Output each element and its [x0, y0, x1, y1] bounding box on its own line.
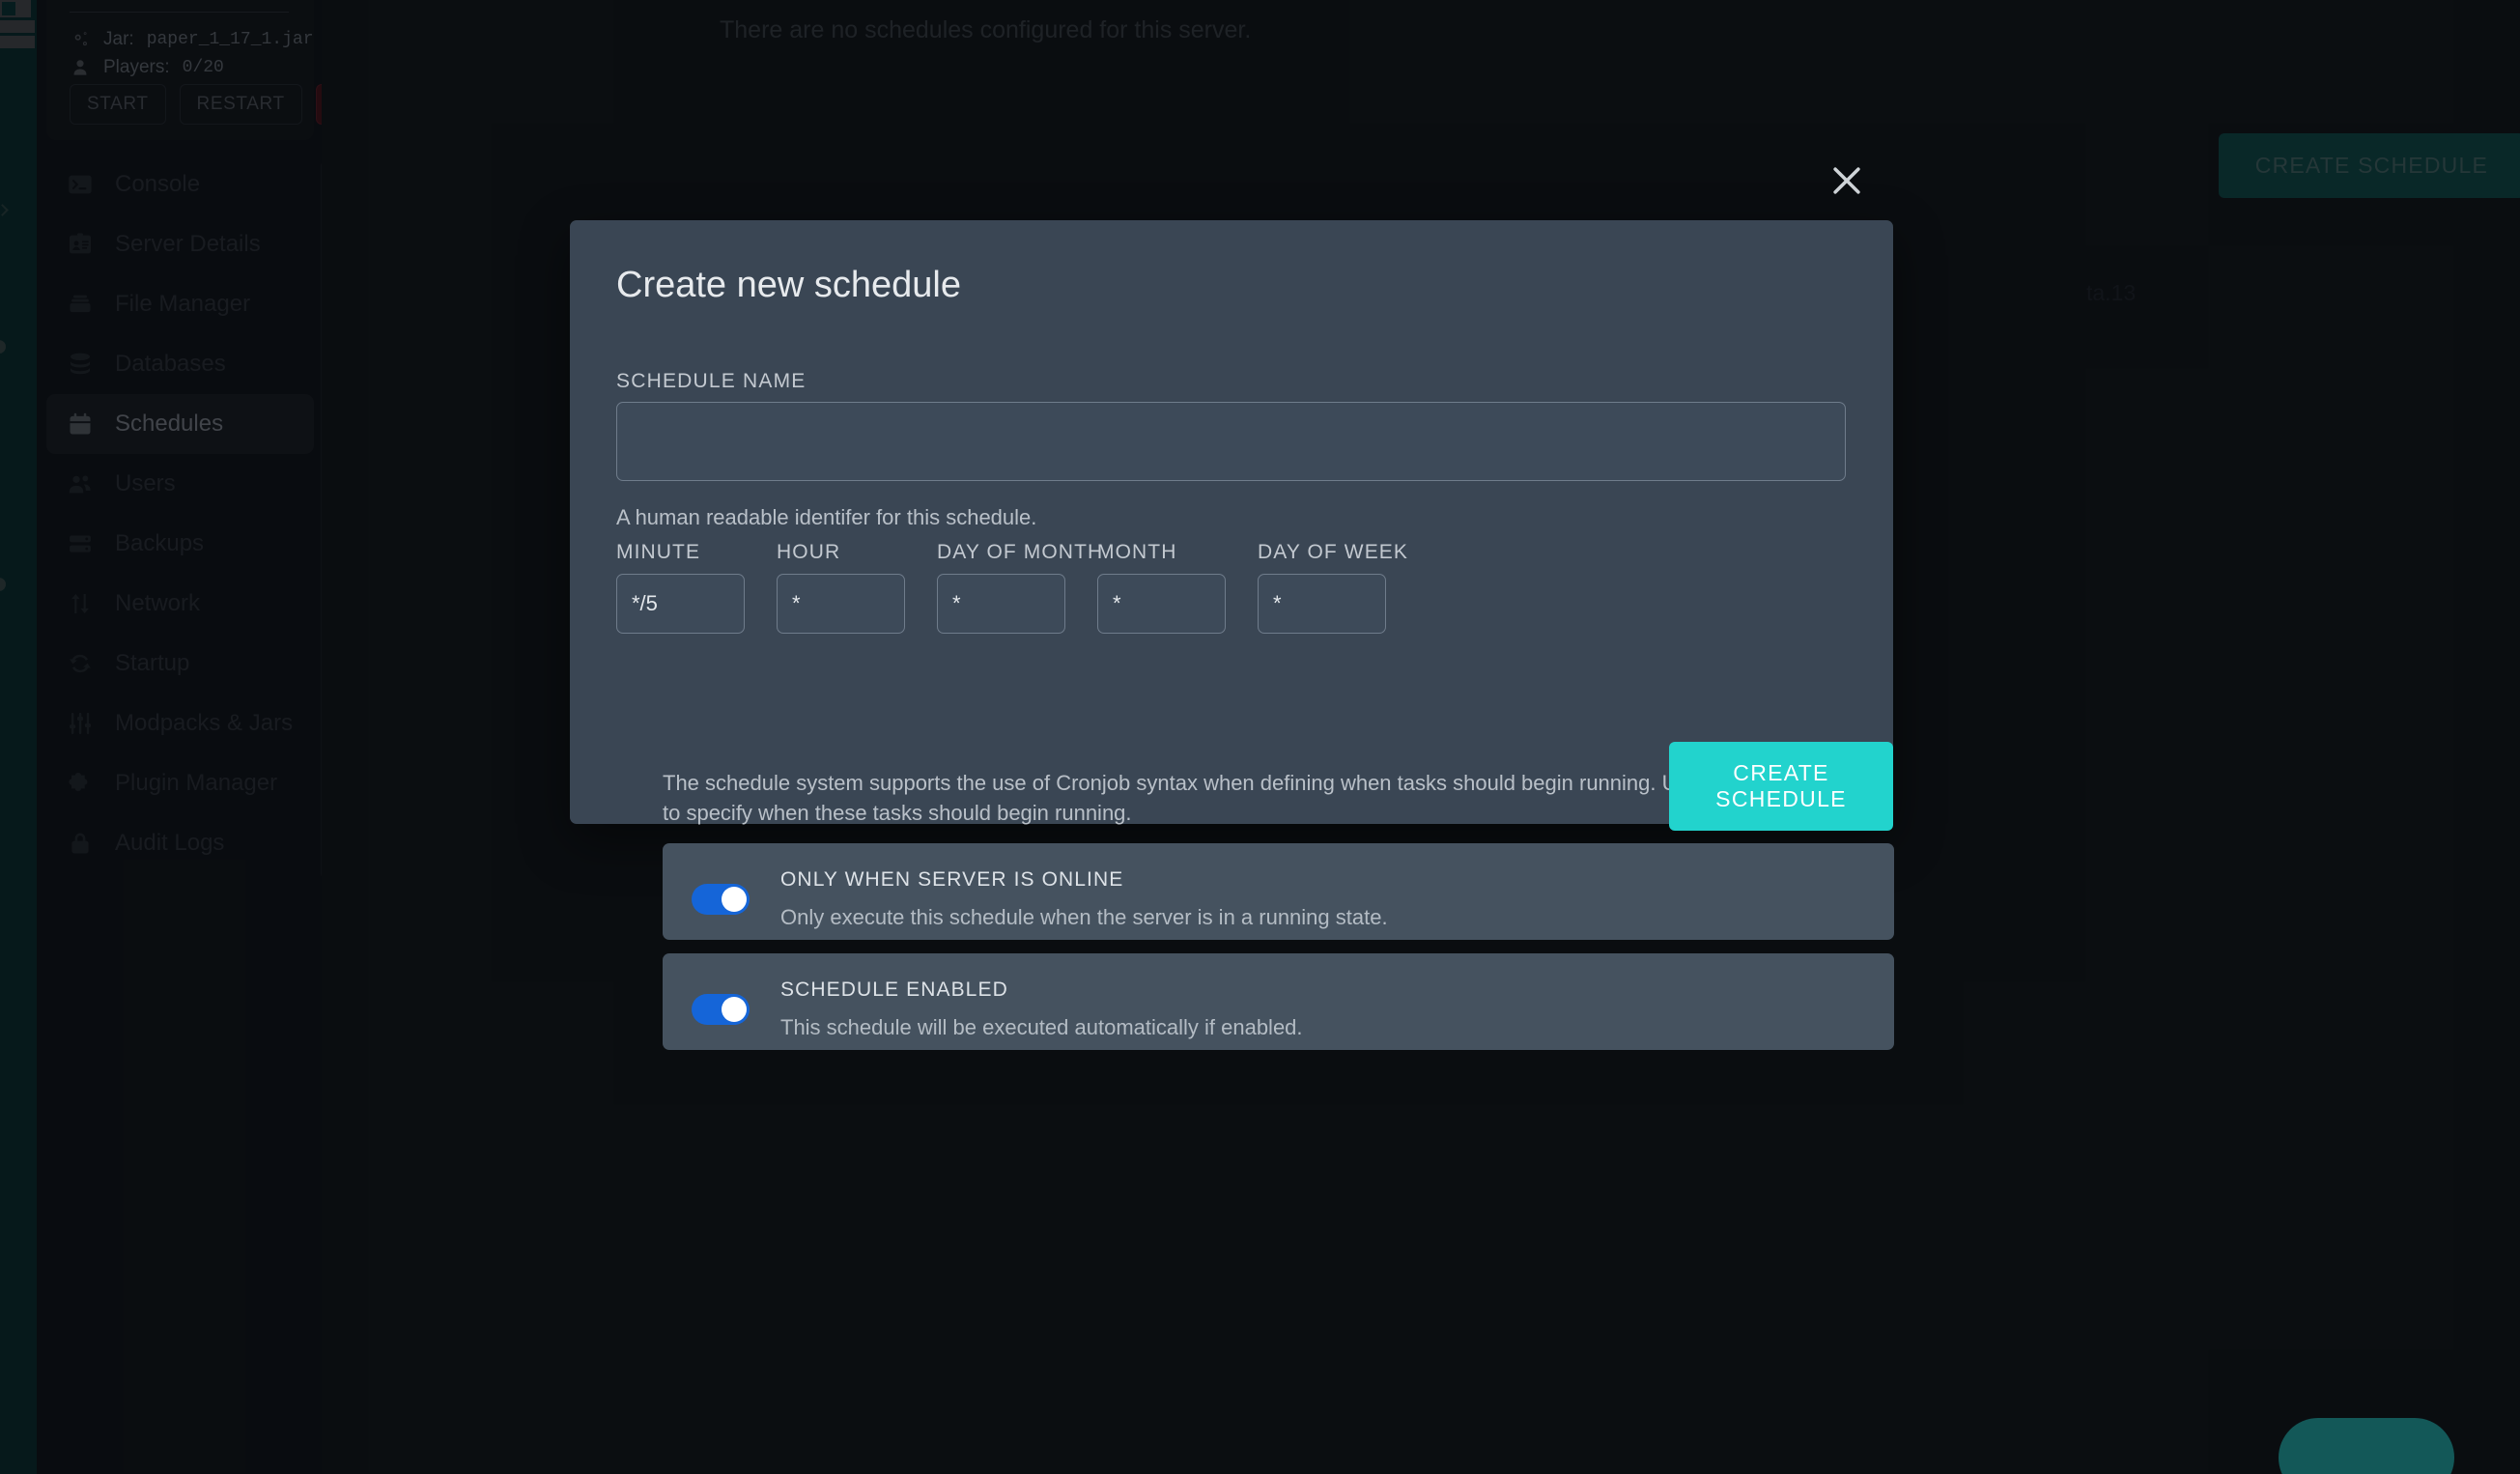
cron-input-month[interactable]: [1097, 574, 1226, 634]
toggle-card-schedule-enabled: SCHEDULE ENABLED This schedule will be e…: [663, 953, 1894, 1050]
toggle-description: Only execute this schedule when the serv…: [780, 905, 1388, 929]
app-root: Jar: paper_1_17_1.jar Players: 0/20 STAR…: [0, 0, 2520, 1474]
toggle-title: ONLY WHEN SERVER IS ONLINE: [780, 868, 1124, 891]
toggle-only-when-online[interactable]: [692, 884, 750, 915]
cron-label: MINUTE: [616, 541, 701, 563]
schedule-name-input[interactable]: [616, 402, 1846, 481]
toggle-schedule-enabled[interactable]: [692, 994, 750, 1025]
cron-label: HOUR: [777, 541, 841, 563]
toggle-texts: ONLY WHEN SERVER IS ONLINE Only execute …: [780, 868, 1865, 930]
toggle-card-only-when-online: ONLY WHEN SERVER IS ONLINE Only execute …: [663, 843, 1894, 940]
cron-field-day-of-week: DAY OF WEEK: [1258, 541, 1409, 634]
cron-label: MONTH: [1097, 541, 1177, 563]
close-icon[interactable]: [1826, 159, 1868, 202]
schedule-name-label: SCHEDULE NAME: [616, 370, 807, 392]
cron-field-minute: MINUTE: [616, 541, 745, 634]
cron-field-day-of-month: DAY OF MONTH: [937, 541, 1104, 634]
cron-input-hour[interactable]: [777, 574, 905, 634]
schedule-name-help: A human readable identifer for this sche…: [616, 505, 1037, 529]
cron-label: DAY OF WEEK: [1258, 541, 1409, 563]
toggle-title: SCHEDULE ENABLED: [780, 978, 1008, 1001]
toggle-knob: [722, 887, 747, 912]
toggle-knob: [722, 997, 747, 1022]
modal-title: Create new schedule: [616, 265, 961, 305]
toggle-description: This schedule will be executed automatic…: [780, 1015, 1303, 1039]
create-schedule-modal: Create new schedule SCHEDULE NAME A huma…: [570, 220, 1894, 1050]
toggle-texts: SCHEDULE ENABLED This schedule will be e…: [780, 978, 1865, 1040]
cron-fields-row: MINUTE HOUR DAY OF MONTH MONTH DAY OF WE…: [616, 541, 1894, 1050]
create-schedule-submit-button[interactable]: CREATE SCHEDULE: [1669, 742, 1893, 831]
cron-field-hour: HOUR: [777, 541, 905, 634]
cron-input-day-of-month[interactable]: [937, 574, 1065, 634]
cron-field-month: MONTH: [1097, 541, 1226, 634]
cron-label: DAY OF MONTH: [937, 541, 1104, 563]
cron-input-minute[interactable]: [616, 574, 745, 634]
cron-input-day-of-week[interactable]: [1258, 574, 1386, 634]
